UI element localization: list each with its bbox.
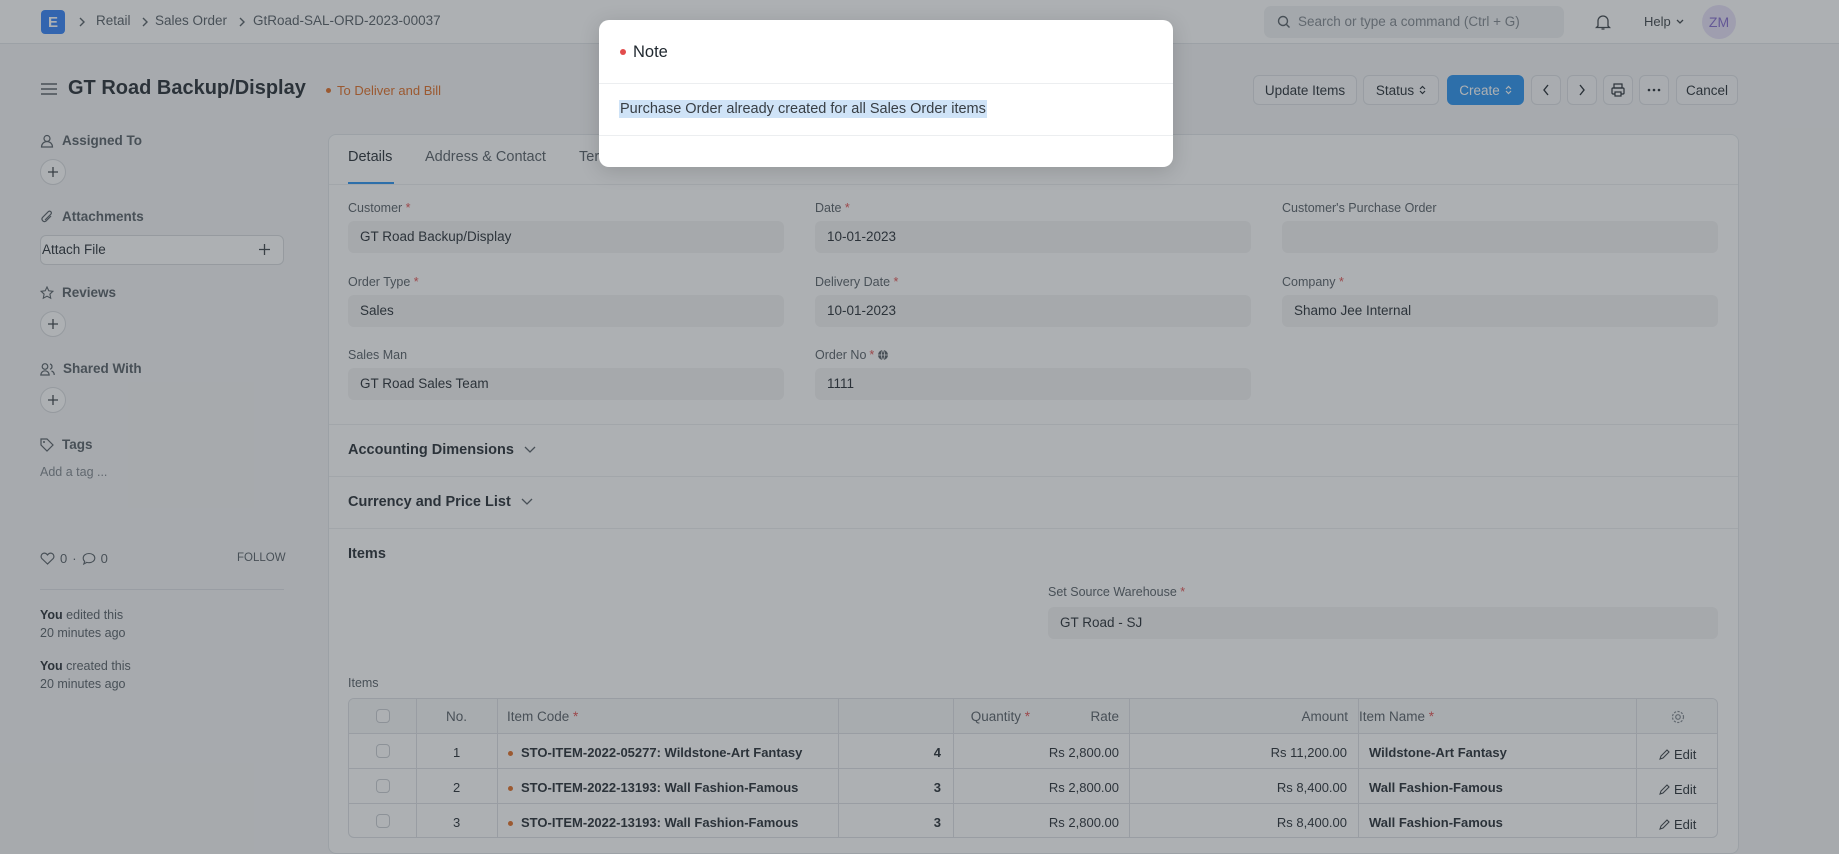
dialog-title: Note bbox=[633, 43, 668, 61]
dialog-divider bbox=[599, 135, 1173, 136]
note-dialog: Note Purchase Order already created for … bbox=[599, 20, 1173, 167]
dialog-indicator-dot bbox=[620, 49, 626, 55]
dialog-message: Purchase Order already created for all S… bbox=[619, 100, 987, 118]
dialog-divider bbox=[599, 83, 1173, 84]
